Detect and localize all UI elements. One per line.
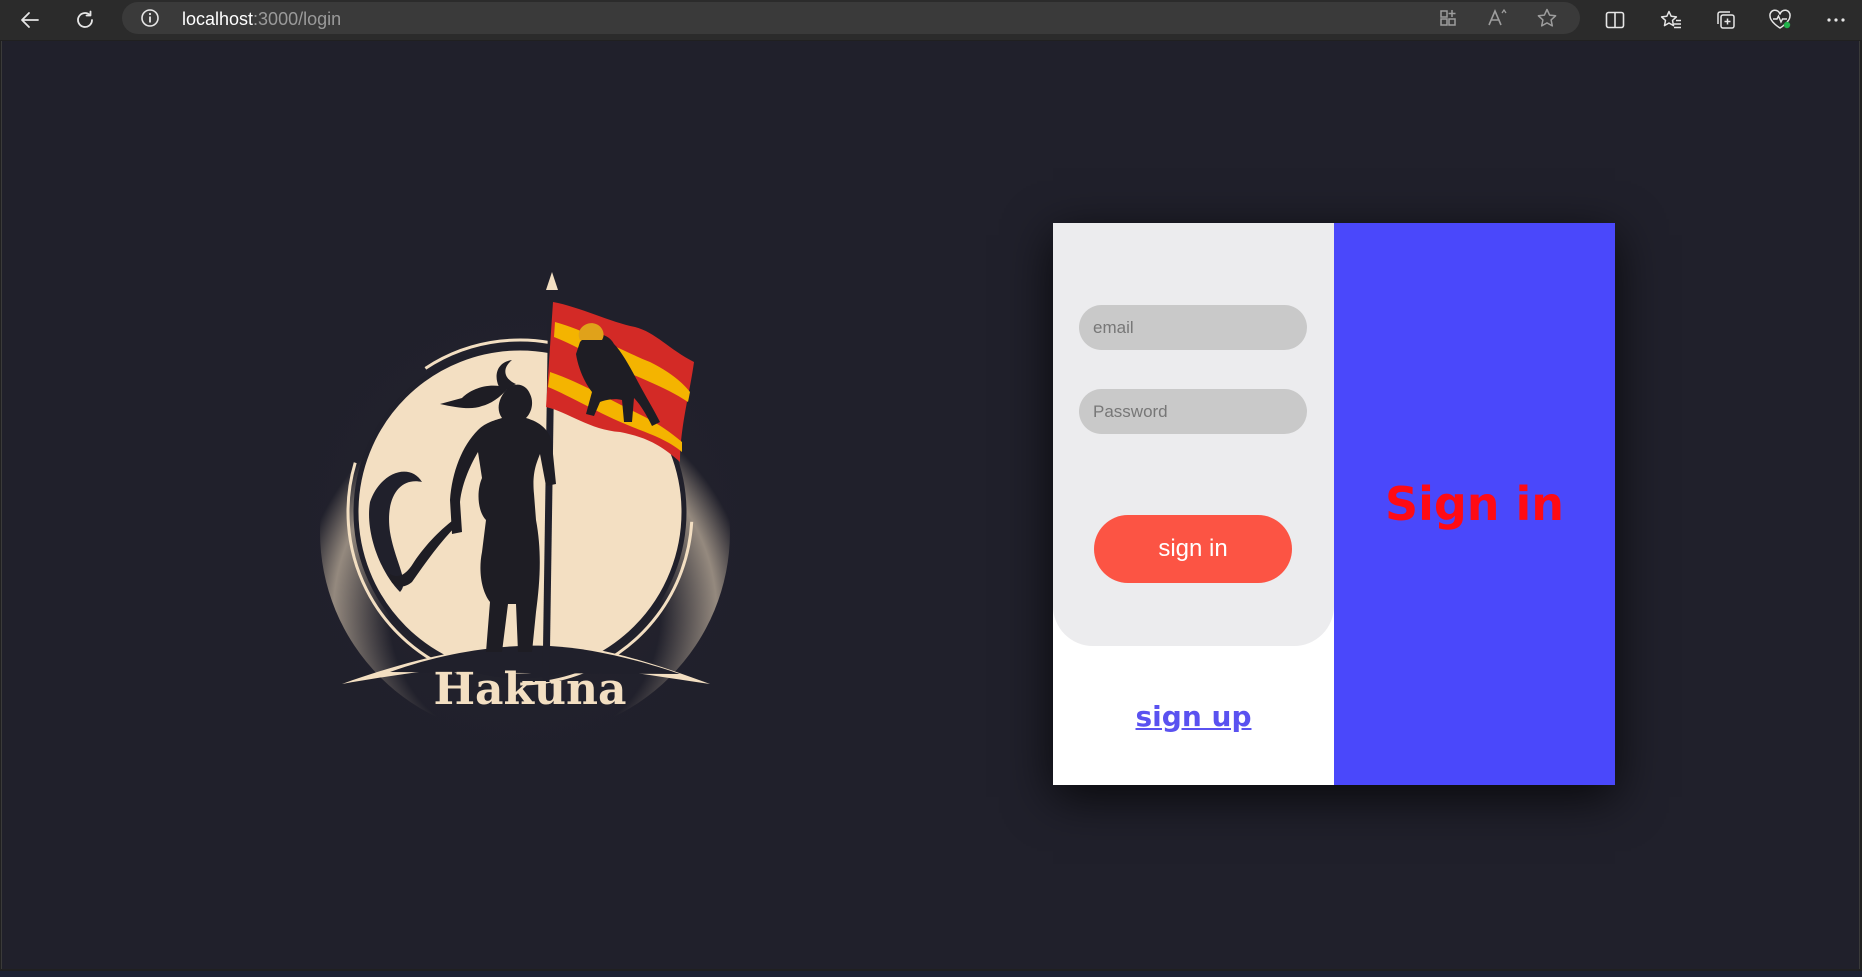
refresh-icon [77,10,93,28]
address-bar[interactable]: localhost:3000/login [122,2,1580,34]
taskbar-edge [0,971,1862,977]
signin-form: sign in [1053,223,1334,646]
collections-button[interactable] [1710,4,1742,36]
favorites-button[interactable] [1655,4,1687,36]
signin-title-panel: Sign in [1334,223,1615,785]
logo-text: Hakuna [433,664,627,715]
auth-card: sign in sign up Sign in [1053,223,1615,785]
split-screen-icon [1605,11,1625,29]
password-input[interactable] [1079,389,1307,434]
url-text[interactable]: localhost:3000/login [182,9,341,30]
back-button[interactable] [14,4,46,36]
browser-essentials-button[interactable] [1764,4,1796,36]
signup-link[interactable]: sign up [1053,700,1334,733]
signin-form-section: sign in sign up [1053,223,1334,785]
favorites-icon [1660,10,1681,29]
browser-essentials-icon [1769,9,1791,29]
url-path: :3000/login [253,9,342,29]
star-icon[interactable] [1533,6,1561,30]
split-screen-button[interactable] [1599,4,1631,36]
app-available-icon[interactable] [1434,6,1462,30]
signin-button[interactable]: sign in [1094,515,1292,583]
url-host: localhost [182,9,254,29]
more-icon [1827,18,1845,22]
hakuna-logo: Hakuna [250,227,810,777]
collections-icon [1717,11,1735,29]
signin-title: Sign in [1384,477,1565,531]
more-button[interactable] [1820,4,1852,36]
read-aloud-icon[interactable] [1484,6,1512,30]
email-input[interactable] [1079,305,1307,350]
refresh-button[interactable] [69,4,101,36]
back-arrow-icon [21,12,39,28]
info-icon[interactable] [140,8,160,28]
browser-toolbar: localhost:3000/login [0,0,1862,40]
